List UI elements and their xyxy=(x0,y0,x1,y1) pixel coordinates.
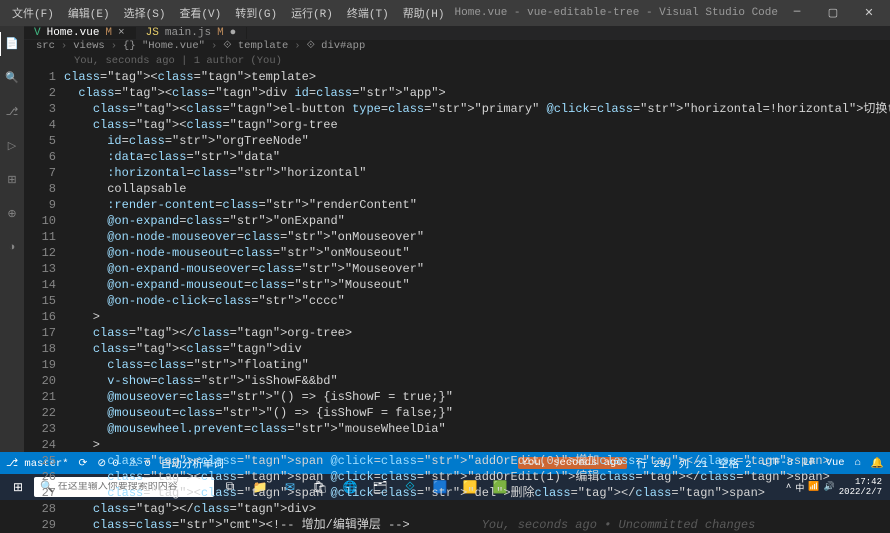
extra-icon[interactable]: ◑ xyxy=(0,236,24,260)
menu-view[interactable]: 查看(V) xyxy=(173,3,227,23)
source-control-icon[interactable]: ⎇ xyxy=(0,100,24,124)
menu-file[interactable]: 文件(F) xyxy=(6,3,60,23)
gitlens-blame: You, seconds ago | 1 author (You) xyxy=(24,53,890,69)
menu-help[interactable]: 帮助(H) xyxy=(397,3,451,23)
extensions-icon[interactable]: ⊞ xyxy=(0,168,24,192)
search-icon[interactable]: 🔍 xyxy=(0,66,24,90)
breadcrumb-item[interactable]: ⟐ template xyxy=(223,40,288,52)
code-editor[interactable]: 1 2 3 4 5 6 7 8 9 10 11 12 13 14 15 16 1… xyxy=(24,69,890,533)
menu-go[interactable]: 转到(G) xyxy=(229,3,283,23)
menu-terminal[interactable]: 终端(T) xyxy=(341,3,395,23)
maximize-button[interactable]: ▢ xyxy=(818,6,848,20)
menu-edit[interactable]: 编辑(E) xyxy=(62,3,116,23)
editor-area: VHome.vue M ×JSmain.js M ● ▫ ⊞ ⌵ ⋯ src› … xyxy=(24,26,890,452)
breadcrumb-item[interactable]: ⟐ div#app xyxy=(307,40,366,52)
window-controls: — ▢ ✕ xyxy=(782,6,884,20)
menu-bar: 文件(F) 编辑(E) 选择(S) 查看(V) 转到(G) 运行(R) 终端(T… xyxy=(6,3,451,23)
breadcrumb-item[interactable]: views xyxy=(73,40,105,52)
code-text[interactable]: class="tag"><class="tagn">template> clas… xyxy=(64,69,890,533)
line-gutter: 1 2 3 4 5 6 7 8 9 10 11 12 13 14 15 16 1… xyxy=(24,69,64,533)
explorer-icon[interactable]: 📄 xyxy=(0,32,23,56)
breadcrumb-item[interactable]: src xyxy=(36,40,55,52)
menu-selection[interactable]: 选择(S) xyxy=(118,3,172,23)
run-debug-icon[interactable]: ▷ xyxy=(0,134,24,158)
minimize-button[interactable]: — xyxy=(782,6,812,20)
window-title: Home.vue - vue-editable-tree - Visual St… xyxy=(451,7,783,19)
menu-run[interactable]: 运行(R) xyxy=(285,3,339,23)
title-bar: 文件(F) 编辑(E) 选择(S) 查看(V) 转到(G) 运行(R) 终端(T… xyxy=(0,0,890,26)
activity-bar: 📄 🔍 ⎇ ▷ ⊞ ⊕ ◑ xyxy=(0,26,24,452)
breadcrumb[interactable]: src› views› {} "Home.vue"› ⟐ template› ⟐… xyxy=(24,40,890,53)
remote-icon[interactable]: ⊕ xyxy=(0,202,24,226)
editor-tabs: VHome.vue M ×JSmain.js M ● ▫ ⊞ ⌵ ⋯ xyxy=(24,26,890,40)
close-window-button[interactable]: ✕ xyxy=(854,6,884,20)
editor-tab[interactable]: VHome.vue M × xyxy=(24,27,136,39)
editor-tab[interactable]: JSmain.js M ● xyxy=(136,27,248,39)
breadcrumb-item[interactable]: {} "Home.vue" xyxy=(123,40,205,52)
